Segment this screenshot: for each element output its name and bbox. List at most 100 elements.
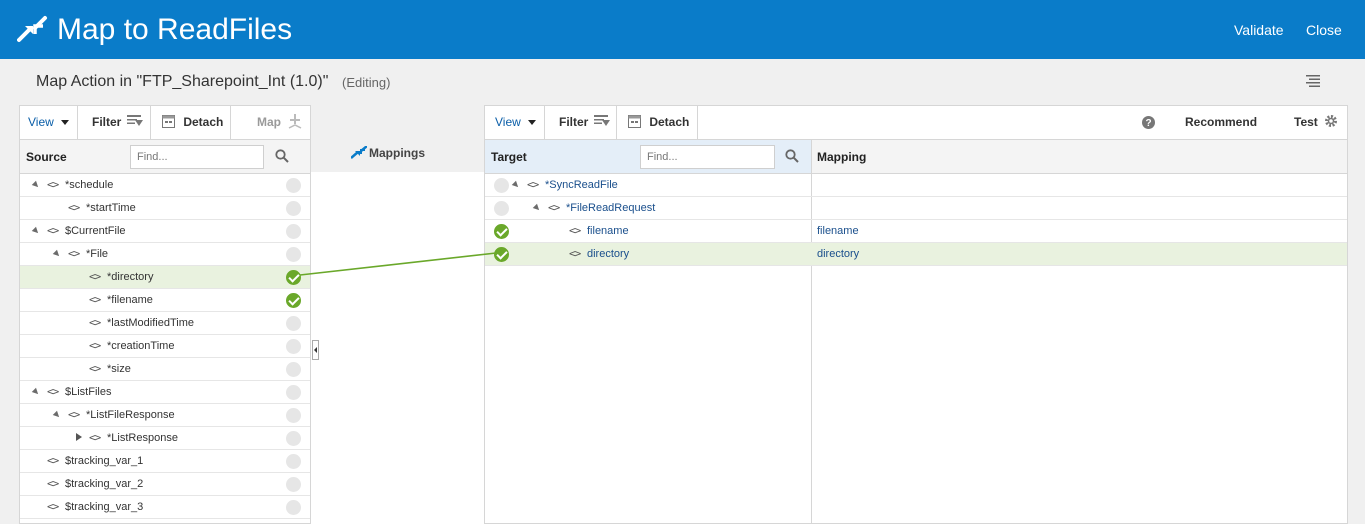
view-label: View [28, 115, 54, 129]
filter-label: Filter [92, 115, 122, 129]
target-find-input[interactable] [640, 145, 775, 169]
filter-icon [126, 115, 143, 126]
mappings-label: Mappings [369, 146, 425, 160]
element-node-icon: <> [89, 316, 101, 329]
source-column-header: Source [20, 140, 310, 174]
map-label: Map [257, 115, 281, 129]
collapse-arrow-icon[interactable] [511, 180, 521, 190]
target-panel: View Filter Detach ? Recommend Test Targ… [484, 105, 1348, 524]
node-label: *size [107, 363, 131, 375]
source-view-menu[interactable]: View [20, 106, 78, 139]
editing-status: (Editing) [342, 75, 391, 90]
unmapped-circle-icon[interactable] [494, 201, 509, 216]
view-label: View [495, 115, 521, 129]
target-toolbar: View Filter Detach ? Recommend Test [485, 106, 1347, 160]
search-icon[interactable] [275, 149, 289, 163]
tree-row[interactable]: <> *startTime [20, 197, 310, 220]
collapse-arrow-icon[interactable] [31, 387, 41, 397]
tree-row[interactable]: <> *filename [20, 289, 310, 312]
collapse-arrow-icon[interactable] [31, 180, 41, 190]
unmapped-circle-icon[interactable] [286, 316, 301, 331]
element-node-icon: <> [68, 247, 80, 260]
target-filter-button[interactable]: Filter [545, 106, 617, 139]
target-column-label: Target [491, 150, 527, 164]
test-label: Test [1294, 115, 1318, 129]
node-label: *schedule [65, 179, 114, 191]
collapse-arrow-icon[interactable] [52, 249, 62, 259]
tree-row[interactable]: <> *ListResponse [20, 427, 310, 450]
unmapped-circle-icon[interactable] [286, 247, 301, 262]
map-action-title: Map Action in "FTP_Sharepoint_Int (1.0)" [36, 73, 329, 90]
unmapped-circle-icon[interactable] [286, 431, 301, 446]
recommend-button[interactable]: Recommend [1185, 106, 1275, 160]
collapse-arrow-icon[interactable] [532, 203, 542, 213]
mapped-check-icon[interactable] [494, 224, 509, 239]
node-label: *ListFileResponse [86, 409, 175, 421]
test-button[interactable]: Test [1294, 106, 1344, 139]
target-detach-button[interactable]: Detach [617, 106, 698, 139]
collapse-arrow-icon[interactable] [31, 226, 41, 236]
element-node-icon: <> [68, 408, 80, 421]
tree-row[interactable]: <> $tracking_var_3 [20, 496, 310, 519]
tree-row[interactable]: <> filename filename [485, 220, 1347, 243]
source-map-button[interactable]: Map [231, 106, 311, 139]
element-node-icon: <> [47, 500, 59, 513]
node-label: filename [587, 225, 629, 237]
unmapped-circle-icon[interactable] [286, 385, 301, 400]
tree-row[interactable]: <> *schedule [20, 174, 310, 197]
tree-row[interactable]: <> $ListFiles [20, 381, 310, 404]
unmapped-circle-icon[interactable] [494, 178, 509, 193]
expand-arrow-icon[interactable] [76, 433, 82, 441]
mapping-value[interactable]: filename [817, 220, 859, 242]
node-label: *directory [107, 271, 154, 283]
tree-row[interactable]: <> *size [20, 358, 310, 381]
unmapped-circle-icon[interactable] [286, 477, 301, 492]
node-label: $ListFiles [65, 386, 112, 398]
tree-row[interactable]: <> *lastModifiedTime [20, 312, 310, 335]
mapping-value[interactable]: directory [817, 243, 859, 265]
mapped-check-icon[interactable] [286, 270, 301, 285]
source-filter-button[interactable]: Filter [78, 106, 151, 139]
element-node-icon: <> [47, 477, 59, 490]
tree-row[interactable]: <> *FileReadRequest [485, 197, 1347, 220]
element-node-icon: <> [89, 431, 101, 444]
tree-row[interactable]: <> $CurrentFile [20, 220, 310, 243]
unmapped-circle-icon[interactable] [286, 201, 301, 216]
close-button[interactable]: Close [1306, 21, 1342, 39]
tree-row[interactable]: <> $tracking_var_2 [20, 473, 310, 496]
mapped-check-icon[interactable] [286, 293, 301, 308]
mapped-check-icon[interactable] [494, 247, 509, 262]
element-node-icon: <> [527, 178, 539, 191]
unmapped-circle-icon[interactable] [286, 362, 301, 377]
unmapped-circle-icon[interactable] [286, 500, 301, 515]
detach-label: Detach [183, 115, 224, 129]
unmapped-circle-icon[interactable] [286, 339, 301, 354]
unmapped-circle-icon[interactable] [286, 454, 301, 469]
tree-row[interactable]: <> directory directory [485, 243, 1347, 266]
collapse-handle[interactable] [312, 340, 319, 360]
element-node-icon: <> [47, 385, 59, 398]
node-label: *ListResponse [107, 432, 178, 444]
tree-row[interactable]: <> *creationTime [20, 335, 310, 358]
search-icon[interactable] [785, 149, 799, 163]
unmapped-circle-icon[interactable] [286, 408, 301, 423]
help-icon[interactable]: ? [1142, 116, 1155, 129]
source-find-input[interactable] [130, 145, 264, 169]
hamburger-menu-icon[interactable] [1306, 75, 1320, 87]
tree-row[interactable]: <> *SyncReadFile [485, 174, 1347, 197]
mappings-icon [351, 146, 367, 159]
validate-button[interactable]: Validate [1234, 21, 1284, 39]
collapse-arrow-icon[interactable] [52, 410, 62, 420]
element-node-icon: <> [89, 293, 101, 306]
target-view-menu[interactable]: View [485, 106, 545, 139]
source-column-label: Source [26, 150, 67, 164]
unmapped-circle-icon[interactable] [286, 178, 301, 193]
tree-row[interactable]: <> *directory [20, 266, 310, 289]
tree-row[interactable]: <> *ListFileResponse [20, 404, 310, 427]
tree-row[interactable]: <> $tracking_var_1 [20, 450, 310, 473]
caret-down-icon [528, 120, 537, 125]
unmapped-circle-icon[interactable] [286, 224, 301, 239]
source-detach-button[interactable]: Detach [151, 106, 231, 139]
tree-row[interactable]: <> *File [20, 243, 310, 266]
source-toolbar: View Filter Detach Map [20, 106, 310, 140]
